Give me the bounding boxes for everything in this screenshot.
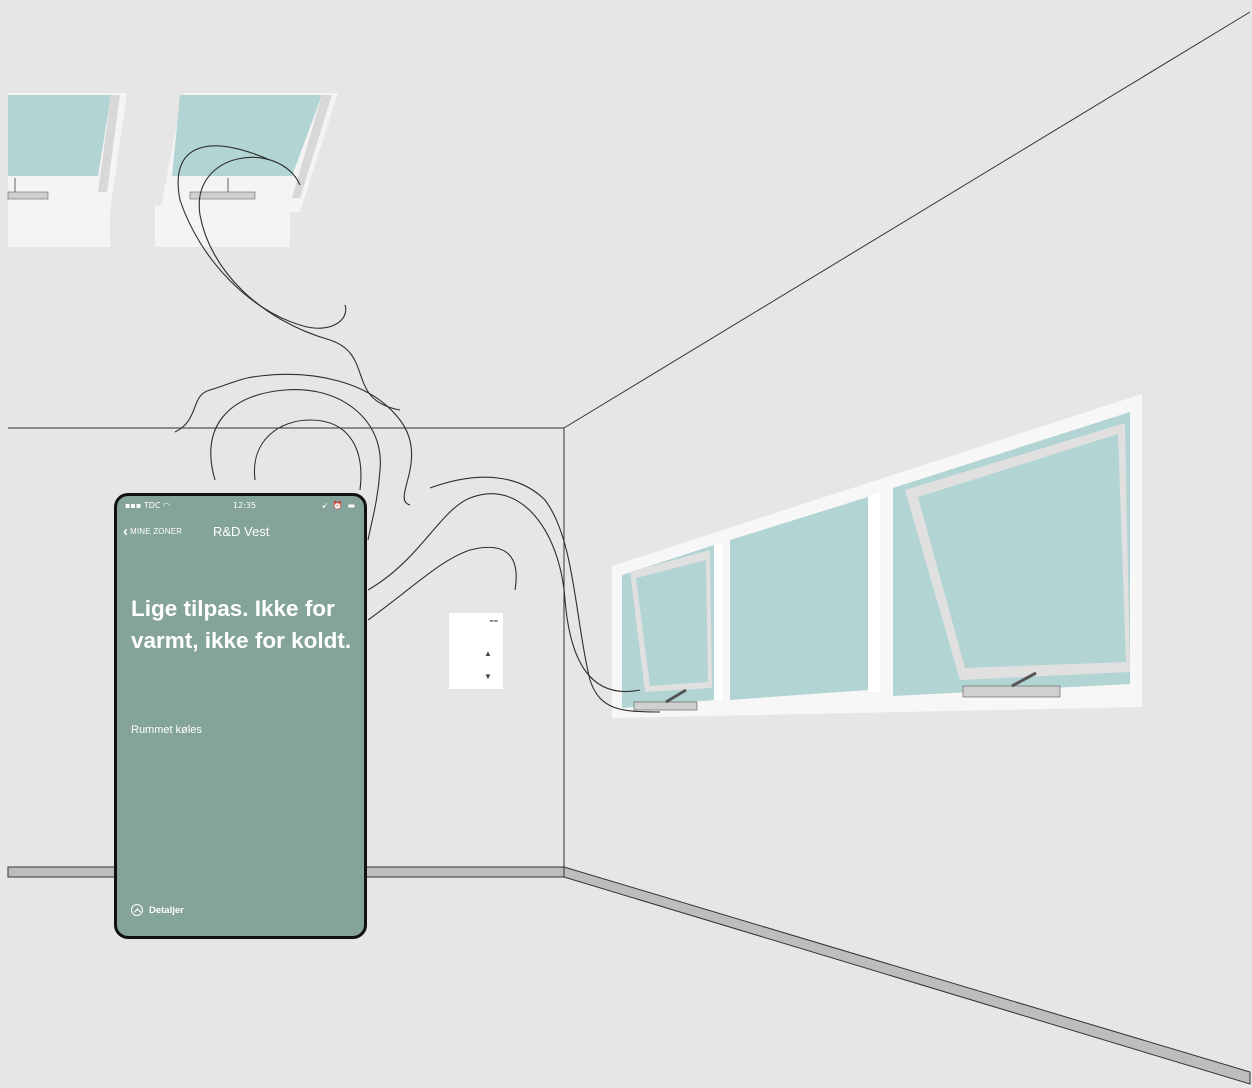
location-icon: ➹ bbox=[321, 501, 330, 510]
skylight-left bbox=[7, 93, 127, 247]
signal-icon: ▪▪▪ bbox=[125, 501, 142, 510]
comfort-headline: Lige tilpas. Ikke for varmt, ikke for ko… bbox=[131, 596, 352, 653]
status-subtext: Rummet køles bbox=[131, 724, 202, 736]
details-button[interactable]: Detaljer bbox=[131, 904, 184, 916]
triangle-down-icon[interactable]: ▼ bbox=[484, 673, 492, 681]
alarm-icon: ⏰ bbox=[332, 501, 344, 510]
chevron-up-circle-icon bbox=[131, 904, 143, 916]
back-label: MINE ZONER bbox=[130, 527, 183, 536]
thermostat-logo-icon: ▬▬ bbox=[489, 619, 498, 624]
carrier-name: TDC bbox=[143, 501, 161, 510]
wall-thermostat: ▬▬ ▲ ▼ bbox=[449, 613, 503, 689]
triangle-up-icon[interactable]: ▲ bbox=[484, 650, 492, 658]
status-bar: ▪▪▪ TDC ◠ 12:35 ➹ ⏰ ▬ bbox=[125, 501, 356, 513]
phone-app-mockup: ▪▪▪ TDC ◠ 12:35 ➹ ⏰ ▬ ‹ MINE ZONER R&D V… bbox=[114, 493, 367, 939]
back-button[interactable]: ‹ MINE ZONER bbox=[123, 522, 182, 542]
status-time: 12:35 bbox=[233, 501, 257, 510]
wifi-icon: ◠ bbox=[163, 501, 170, 510]
nav-bar: ‹ MINE ZONER R&D Vest bbox=[123, 522, 358, 542]
chevron-left-icon: ‹ bbox=[123, 523, 128, 540]
zone-title: R&D Vest bbox=[213, 524, 270, 539]
details-label: Detaljer bbox=[149, 904, 184, 916]
carrier-label: ▪▪▪ TDC ◠ bbox=[125, 501, 170, 510]
status-icons: ➹ ⏰ ▬ bbox=[322, 501, 356, 510]
battery-icon: ▬ bbox=[347, 501, 356, 510]
